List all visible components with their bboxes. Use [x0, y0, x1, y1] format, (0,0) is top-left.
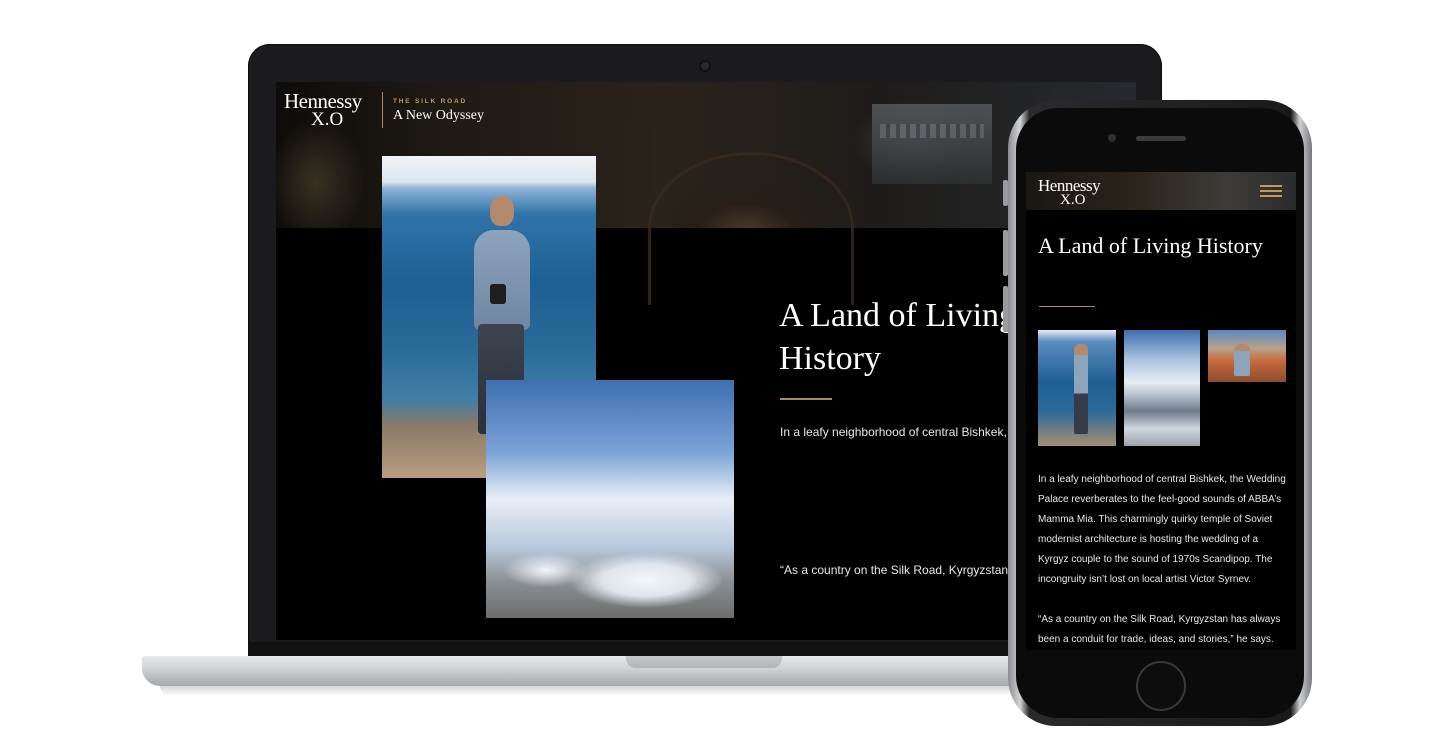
photo-snowy-mountains — [486, 380, 734, 618]
man-head-shape — [490, 196, 514, 226]
mobile-article-paragraph-1: In a leafy neighborhood of central Bishk… — [1038, 474, 1286, 585]
man-camera-shape — [490, 284, 506, 304]
mobile-brand-logo-edition[interactable]: X.O — [1060, 193, 1085, 208]
man-body-shape — [474, 230, 530, 330]
thumbnail-mountain-reflection[interactable] — [1124, 330, 1200, 446]
hero-building-shape — [872, 104, 992, 184]
hamburger-menu-icon[interactable] — [1260, 185, 1282, 199]
section-subtitle[interactable]: A New Odyssey — [393, 108, 484, 124]
menu-line — [1260, 190, 1282, 192]
phone-mute-switch — [1003, 180, 1008, 206]
menu-line — [1260, 185, 1282, 187]
thumbnail-man-figure — [1074, 344, 1088, 434]
mobile-article-paragraph-2: “As a country on the Silk Road, Kyrgyzst… — [1038, 614, 1281, 645]
logo-divider — [382, 92, 383, 128]
brand-logo-edition[interactable]: X.O — [311, 110, 343, 129]
thumbnail-man-by-lake[interactable] — [1038, 330, 1116, 446]
phone-home-button[interactable] — [1136, 661, 1186, 711]
laptop-camera — [701, 62, 709, 70]
phone-volume-down — [1003, 286, 1008, 332]
title-underline — [780, 398, 832, 400]
phone-speaker — [1136, 136, 1186, 141]
hero-dome-shape — [648, 152, 854, 305]
phone-volume-up — [1003, 230, 1008, 276]
thumbnail-red-canyon[interactable] — [1208, 330, 1286, 382]
mobile-title-underline — [1039, 306, 1095, 307]
mobile-article-title: A Land of Living History — [1038, 233, 1263, 258]
section-kicker: THE SILK ROAD — [393, 98, 467, 105]
phone-screen: Hennessy X.O A Land of Living History In… — [1026, 172, 1296, 650]
menu-line — [1260, 195, 1282, 197]
laptop-notch — [626, 656, 782, 668]
thumbnail-man-figure — [1234, 344, 1250, 376]
phone-front-camera — [1108, 134, 1116, 142]
laptop-screen: Hennessy X.O THE SILK ROAD A New Odyssey… — [276, 82, 1136, 640]
